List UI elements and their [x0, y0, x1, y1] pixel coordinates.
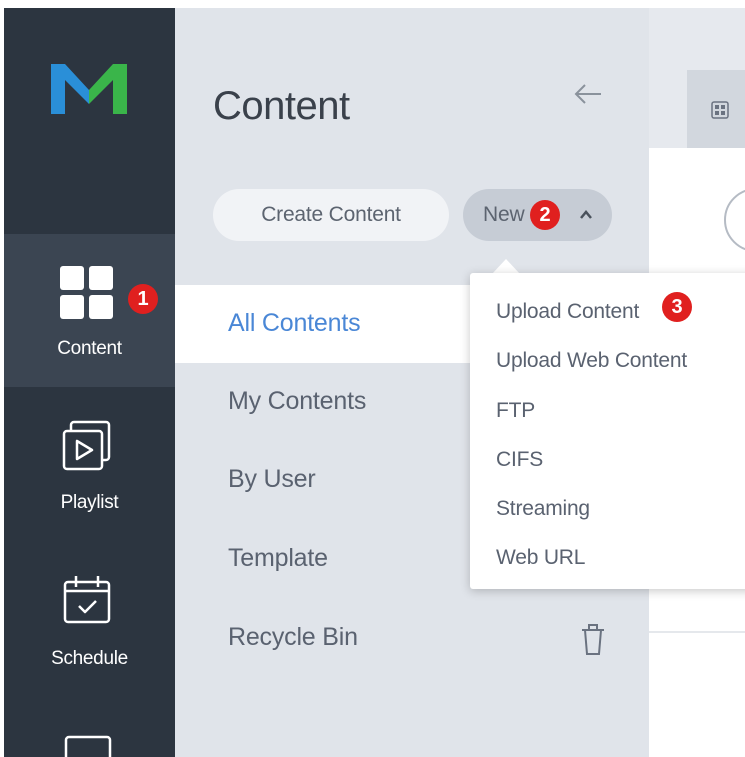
playlist-icon: [62, 420, 111, 471]
new-button-label: New: [483, 203, 525, 226]
arrow-left-icon[interactable]: [573, 82, 603, 106]
menu-item-label: My Contents: [228, 387, 367, 415]
new-dropdown-menu: Upload Content Upload Web Content FTP CI…: [470, 273, 745, 589]
callout-badge-3: 3: [662, 292, 692, 322]
rail-item-label: Content: [57, 338, 122, 359]
menu-item-label: All Contents: [228, 309, 361, 337]
app-window: Content Playlist Schedule Content Create…: [4, 8, 745, 757]
dropdown-item-ftp[interactable]: FTP: [496, 399, 745, 441]
trash-icon[interactable]: [581, 624, 605, 656]
menu-item-label: Recycle Bin: [228, 623, 358, 651]
rail-item-partial-icon[interactable]: [64, 735, 114, 757]
dropdown-item-upload-web-content[interactable]: Upload Web Content: [496, 349, 745, 391]
dropdown-pointer: [492, 259, 520, 274]
menu-item-label: By User: [228, 465, 316, 493]
chevron-up-icon: [580, 210, 592, 219]
grid-view-icon: [711, 101, 729, 119]
dropdown-item-upload-content[interactable]: Upload Content: [496, 300, 745, 342]
rail-item-label: Schedule: [51, 648, 128, 669]
rail-item-schedule[interactable]: Schedule: [4, 548, 175, 698]
page-title: Content: [213, 84, 350, 128]
create-content-button[interactable]: Create Content: [213, 189, 449, 241]
grid-icon: [60, 266, 113, 319]
menu-item-label: Template: [228, 544, 328, 572]
divider: [649, 631, 745, 633]
dropdown-item-streaming[interactable]: Streaming: [496, 497, 745, 539]
dropdown-item-web-url[interactable]: Web URL: [496, 546, 745, 588]
menu-item-recycle-bin[interactable]: Recycle Bin: [175, 599, 649, 677]
calendar-icon: [63, 576, 111, 624]
callout-badge-2: 2: [530, 200, 560, 230]
dropdown-item-cifs[interactable]: CIFS: [496, 448, 745, 490]
rail-item-playlist[interactable]: Playlist: [4, 392, 175, 542]
rail-item-label: Playlist: [60, 492, 119, 513]
app-logo: [51, 64, 127, 114]
select-all-checkbox[interactable]: [724, 188, 745, 252]
side-rail: Content Playlist Schedule: [4, 8, 175, 757]
callout-badge-1: 1: [128, 284, 158, 314]
